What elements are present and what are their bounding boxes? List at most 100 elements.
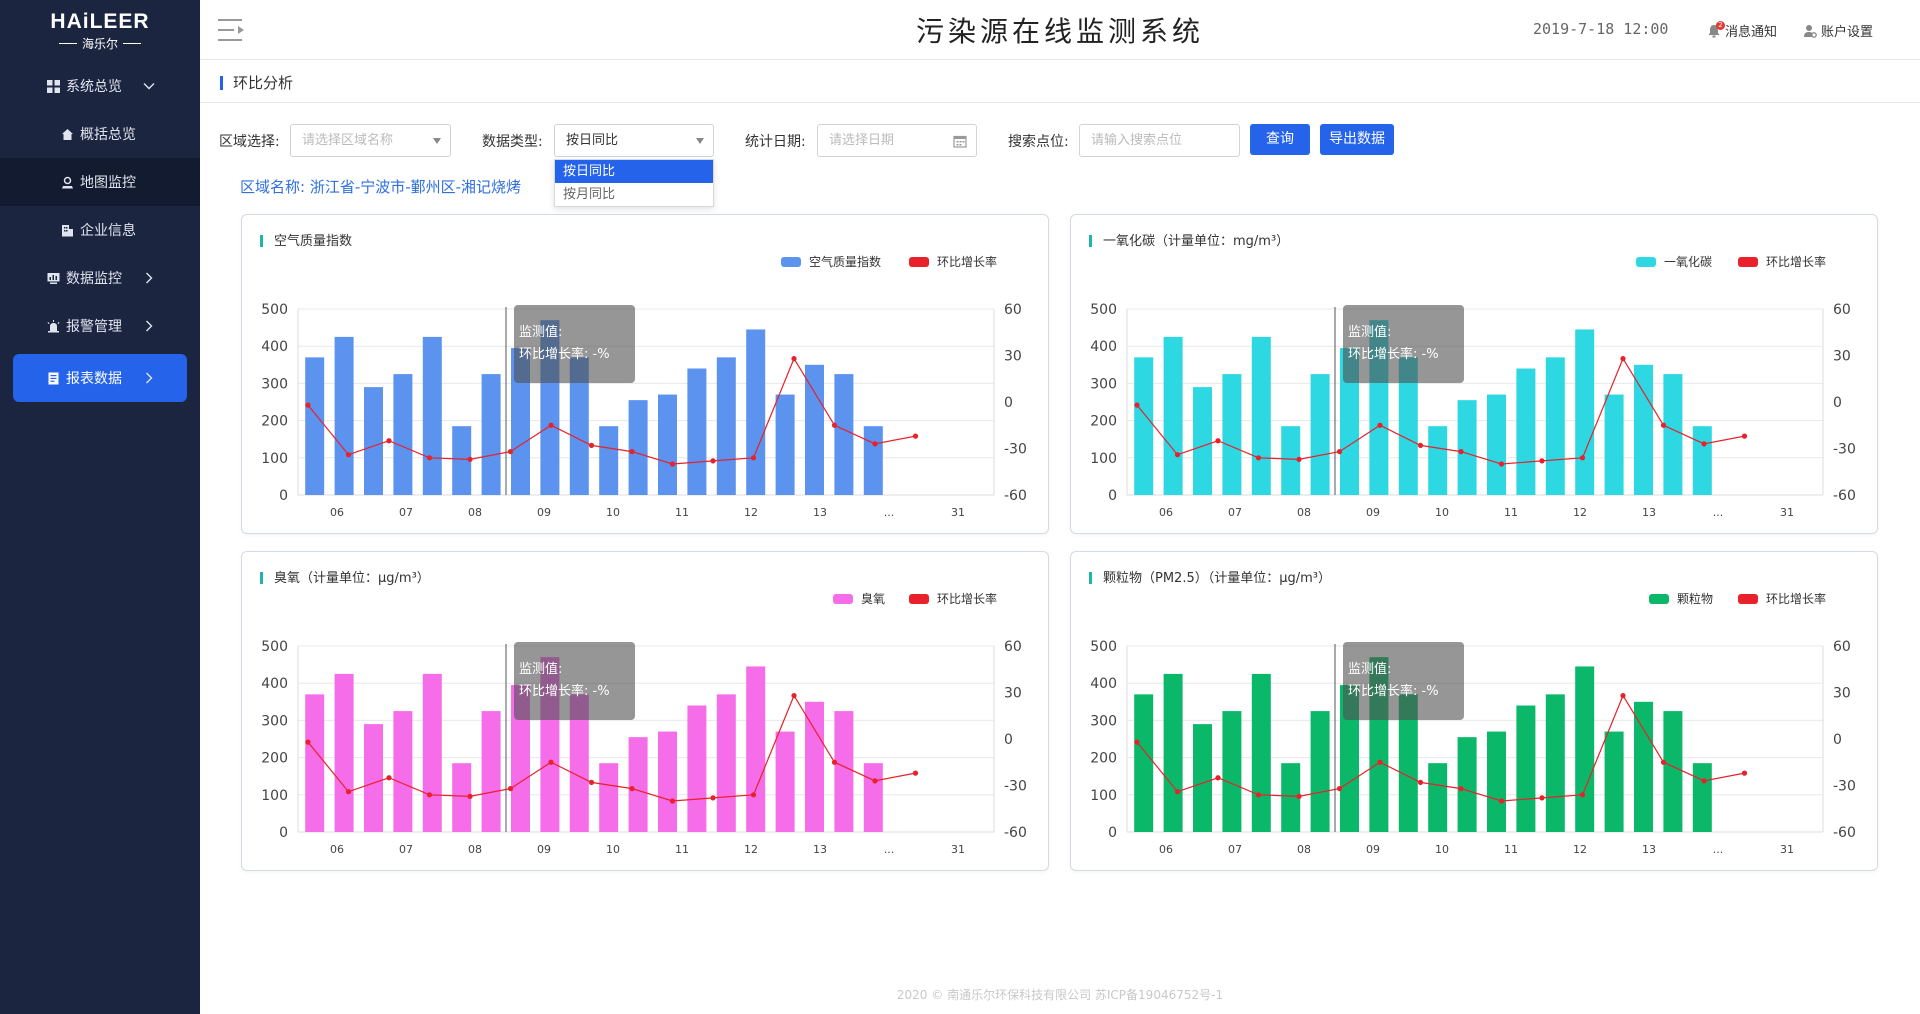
bell-icon: 2 [1707, 20, 1725, 38]
bar [716, 357, 736, 495]
sidebar-item-1[interactable]: 概括总览 [0, 110, 200, 158]
sidebar-item-label: 报警管理 [66, 319, 122, 335]
rate-point [426, 792, 433, 798]
rate-point [1539, 795, 1545, 801]
chart-card-o3: 臭氧（计量单位：μg/m³） 环比增长率 臭氧 0 100 200 300 400 500 -60… [241, 551, 1049, 871]
point-search-input[interactable]: 请输入搜索点位 [1079, 124, 1240, 157]
rate-point [386, 438, 392, 444]
region-placeholder: 请选择区域名称 [302, 133, 394, 148]
bar [1428, 763, 1448, 832]
section-title: 环比分析 [233, 74, 294, 92]
rate-point [791, 693, 797, 699]
tooltip-box [1343, 305, 1464, 383]
y-tick-label: 500 [261, 302, 288, 318]
bar [628, 400, 648, 495]
sidebar-item-6[interactable]: 报表数据 [13, 354, 187, 402]
date-picker[interactable]: 请选择日期 [817, 124, 977, 157]
account-link[interactable]: 账户设置 [1803, 21, 1873, 40]
bar [834, 711, 854, 832]
date-label: 统计日期: [745, 134, 806, 150]
rate-point [1660, 759, 1667, 765]
x-tick-label: 07 [1228, 843, 1242, 856]
bar [863, 763, 883, 832]
rate-point [1174, 452, 1181, 458]
y2-tick-label: 60 [1004, 639, 1022, 655]
section-mark [220, 76, 223, 90]
type-option-month[interactable]: 按月同比 [555, 183, 713, 206]
type-select[interactable]: 按日同比 [554, 124, 714, 157]
bar [305, 357, 325, 495]
point-label: 搜索点位: [1008, 134, 1069, 150]
y-tick-label: 300 [261, 376, 288, 392]
sidebar-item-3[interactable]: 企业信息 [0, 206, 200, 254]
x-tick-label: 31 [951, 843, 965, 856]
x-tick-label: 08 [468, 843, 482, 856]
bar [775, 394, 795, 495]
rate-point [467, 793, 473, 799]
bar [1516, 368, 1536, 495]
rate-point [548, 422, 554, 428]
y-tick-label: 0 [1108, 825, 1117, 841]
bar [658, 731, 677, 832]
legend-swatch-rate [909, 257, 929, 267]
rate-point [1498, 461, 1505, 467]
y2-tick-label: -60 [1004, 488, 1027, 504]
y-tick-label: 200 [1090, 751, 1117, 767]
sidebar-item-4[interactable]: 数据监控 [0, 254, 200, 302]
type-option-day[interactable]: 按日同比 [555, 160, 713, 183]
title-mark [1089, 235, 1092, 247]
y2-tick-label: 0 [1833, 732, 1842, 748]
bar [1545, 694, 1565, 832]
bar [1575, 329, 1595, 495]
x-tick-label: 10 [606, 506, 620, 519]
region-select[interactable]: 请选择区域名称 [290, 124, 451, 157]
chart-co: 一氧化碳（计量单位：mg/m³）环比增长率一氧化碳010020030040050… [1089, 234, 1856, 519]
region-name: 区域名称: 浙江省-宁波市-鄞州区-湘记烧烤 [240, 178, 522, 196]
rate-point [1741, 433, 1748, 439]
query-button[interactable]: 查询 [1250, 124, 1310, 155]
legend-label-rate: 环比增长率 [937, 254, 997, 269]
export-button[interactable]: 导出数据 [1320, 124, 1394, 155]
chart-aqi: 空气质量指数环比增长率空气质量指数0100200300400500-60-300… [260, 233, 1027, 519]
rate-point [1579, 792, 1586, 798]
x-tick-label: 07 [399, 506, 413, 519]
y2-tick-label: -60 [1833, 488, 1856, 504]
x-tick-label: 07 [399, 843, 413, 856]
y-tick-label: 500 [1090, 639, 1117, 655]
bar [1222, 374, 1242, 495]
y-tick-label: 300 [1090, 713, 1117, 729]
monitor-icon [46, 271, 60, 285]
y2-tick-label: -30 [1833, 779, 1856, 795]
sidebar-item-2[interactable]: 地图监控 [0, 158, 200, 206]
bar [1634, 364, 1653, 495]
rate-point [386, 775, 392, 781]
rate-point [1134, 402, 1140, 408]
rate-point [669, 461, 676, 467]
y2-tick-label: 30 [1833, 686, 1851, 702]
sidebar-item-0[interactable]: 系统总览 [0, 62, 200, 110]
rate-point [588, 779, 595, 785]
bar [863, 426, 883, 495]
bar [393, 374, 413, 495]
bar [1134, 694, 1154, 832]
logo-sub: 海乐尔 [58, 35, 141, 52]
chart-card-aqi: 空气质量指数 环比增长率 空气质量指数 0 100 200 300 400 500 -60 -30 0… [241, 214, 1049, 534]
rate-point [1458, 449, 1464, 455]
x-tick-label: 11 [1504, 506, 1518, 519]
bar [1457, 737, 1477, 832]
sidebar-item-label: 报表数据 [66, 371, 122, 387]
tooltip-rate: 环比增长率: -% [1348, 346, 1439, 362]
rate-point [1255, 455, 1262, 461]
notice-link[interactable]: 2 消息通知 [1707, 20, 1777, 40]
rate-point [1701, 441, 1707, 447]
chart-card-pm25: 颗粒物（PM2.5）（计量单位：μg/m³） 环比增长率 颗粒物 0 100 200 300… [1070, 551, 1878, 871]
sidebar-item-5[interactable]: 报警管理 [0, 302, 200, 350]
rate-point [1458, 786, 1464, 792]
alarm-icon [46, 319, 60, 333]
y-tick-label: 400 [261, 676, 288, 692]
rate-point [1417, 442, 1424, 448]
home-icon [60, 127, 74, 141]
bar [1604, 731, 1624, 832]
x-tick-label: 06 [1159, 843, 1173, 856]
y2-tick-label: 30 [1004, 686, 1022, 702]
